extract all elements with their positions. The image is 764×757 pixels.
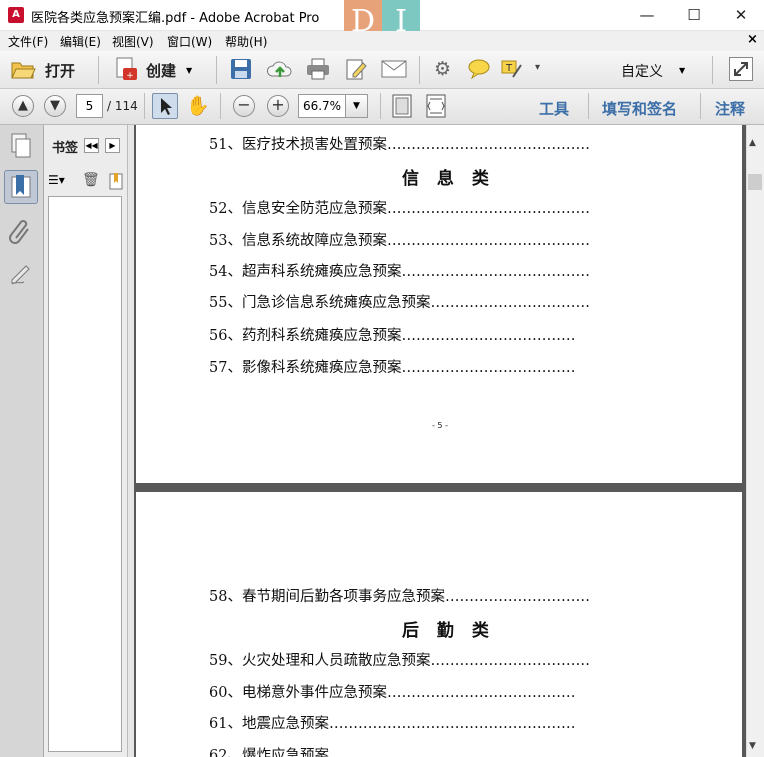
zoom-dropdown-icon[interactable]: ▼ [346, 94, 368, 118]
new-bookmark-icon[interactable] [109, 172, 123, 190]
toc-entry: 53、信息系统故障应急预案…………………………………… [209, 233, 590, 249]
toolbar-separator [380, 93, 381, 119]
toc-entry: 55、门急诊信息系统瘫痪应急预案…………………………… [209, 295, 590, 311]
toc-entry: 61、地震应急预案…………………………………………… [209, 716, 576, 732]
scrollbar-thumb[interactable] [748, 174, 762, 190]
hand-tool-icon[interactable]: ✋ [186, 94, 210, 117]
toc-entry: 56、药剂科系统瘫痪应急预案……………………………… [209, 328, 576, 344]
close-document-button[interactable]: × [747, 32, 758, 47]
close-window-button[interactable]: ✕ [718, 0, 764, 31]
acrobat-app-icon[interactable]: A [8, 7, 24, 23]
select-cursor-icon[interactable] [152, 93, 178, 119]
open-folder-icon[interactable] [10, 58, 36, 80]
menu-window[interactable]: 窗口(W) [167, 33, 212, 50]
zoom-out-icon[interactable]: − [233, 95, 255, 117]
toolbar-separator [216, 56, 217, 84]
page-number-footer: - 5 - [432, 421, 448, 430]
attachments-paperclip-icon[interactable] [4, 214, 38, 248]
comment-bubble-icon[interactable] [467, 58, 491, 80]
scroll-up-arrow-icon[interactable]: ▲ [749, 138, 756, 148]
section-heading: 信 息 类 [402, 169, 495, 189]
maximize-button[interactable]: ☐ [671, 0, 717, 31]
document-view[interactable]: 51、医疗技术损害处置预案…………………………………… 信 息 类 52、信息安… [134, 125, 746, 757]
toolbar-separator [419, 56, 420, 84]
bookmark-list[interactable] [48, 196, 122, 752]
fit-page-icon[interactable] [391, 94, 413, 118]
toolbar-separator [588, 93, 589, 119]
toc-entry: 57、影像科系统瘫痪应急预案……………………………… [209, 360, 576, 376]
menu-file[interactable]: 文件(F) [8, 33, 48, 50]
zoom-in-icon[interactable]: + [267, 95, 289, 117]
bookmarks-panel-title: 书签 [52, 141, 79, 156]
collapse-panel-icon[interactable]: ◀◀ [84, 138, 99, 153]
bookmarks-icon[interactable] [4, 170, 38, 204]
expand-panel-icon[interactable]: ▶ [105, 138, 120, 153]
settings-gear-icon[interactable]: ⚙ [434, 58, 451, 80]
section-heading: 后 勤 类 [402, 621, 495, 641]
save-icon[interactable] [230, 58, 252, 80]
fullscreen-icon[interactable] [729, 57, 753, 81]
toc-entry: 62、爆炸应急预案…………………………………………… [209, 748, 576, 757]
zoom-level-input[interactable]: 66.7% [298, 94, 346, 118]
fit-width-icon[interactable] [425, 94, 447, 118]
scroll-down-arrow-icon[interactable]: ▼ [749, 741, 756, 751]
toolbar-separator [98, 56, 99, 84]
page-number-input[interactable]: 5 [76, 94, 103, 118]
comment-pane-link[interactable]: 注释 [715, 98, 745, 119]
signatures-icon[interactable] [4, 256, 38, 290]
svg-text:+: + [126, 71, 134, 81]
open-button[interactable]: 打开 [45, 60, 75, 81]
pdf-page-5: 51、医疗技术损害处置预案…………………………………… 信 息 类 52、信息安… [136, 125, 742, 483]
previous-page-icon[interactable]: ▲ [12, 95, 34, 117]
vertical-scrollbar[interactable] [746, 125, 764, 757]
customize-button[interactable]: 自定义 [621, 61, 663, 81]
toolbar-separator [700, 93, 701, 119]
edit-document-icon[interactable] [345, 58, 369, 80]
svg-text:T: T [505, 63, 513, 74]
print-icon[interactable] [306, 58, 330, 80]
create-button[interactable]: 创建 [146, 60, 176, 81]
tools-pane-link[interactable]: 工具 [539, 98, 569, 119]
toc-entry: 60、电梯意外事件应急预案………………………………… [209, 685, 576, 701]
minimize-button[interactable]: — [624, 0, 670, 31]
page-total-label: / 114 [107, 99, 138, 113]
toc-entry: 52、信息安全防范应急预案…………………………………… [209, 201, 590, 217]
toolbar-separator [220, 93, 221, 119]
page-thumbnails-icon[interactable] [4, 129, 38, 163]
menu-help[interactable]: 帮助(H) [225, 33, 267, 50]
toc-entry: 51、医疗技术损害处置预案…………………………………… [209, 137, 590, 153]
menu-edit[interactable]: 编辑(E) [60, 33, 101, 50]
fill-sign-pane-link[interactable]: 填写和签名 [602, 98, 677, 119]
create-pdf-icon[interactable]: + [114, 57, 138, 81]
toc-entry: 59、火灾处理和人员疏散应急预案…………………………… [209, 653, 590, 669]
delete-bookmark-icon[interactable]: 🗑 [82, 172, 100, 188]
more-tools-dropdown-icon[interactable]: ▾ [535, 62, 540, 73]
customize-dropdown-icon[interactable]: ▼ [679, 66, 685, 75]
pdf-page-6: 58、春节期间后勤各项事务应急预案………………………… 后 勤 类 59、火灾处… [136, 492, 742, 757]
menu-view[interactable]: 视图(V) [112, 33, 154, 50]
next-page-icon[interactable]: ▼ [44, 95, 66, 117]
upload-cloud-icon[interactable] [266, 57, 293, 81]
highlight-text-icon[interactable]: T [500, 58, 524, 80]
create-dropdown-icon[interactable]: ▼ [186, 66, 192, 75]
bookmark-options-icon[interactable]: ☰▾ [48, 173, 73, 191]
toc-entry: 58、春节期间后勤各项事务应急预案………………………… [209, 589, 590, 605]
window-title: 医院各类应急预案汇编.pdf - Adobe Acrobat Pro [31, 11, 320, 26]
toolbar-separator [712, 56, 713, 84]
email-icon[interactable] [381, 60, 407, 78]
toolbar-separator [144, 93, 145, 119]
toc-entry: 54、超声科系统瘫痪应急预案………………………………… [209, 264, 590, 280]
